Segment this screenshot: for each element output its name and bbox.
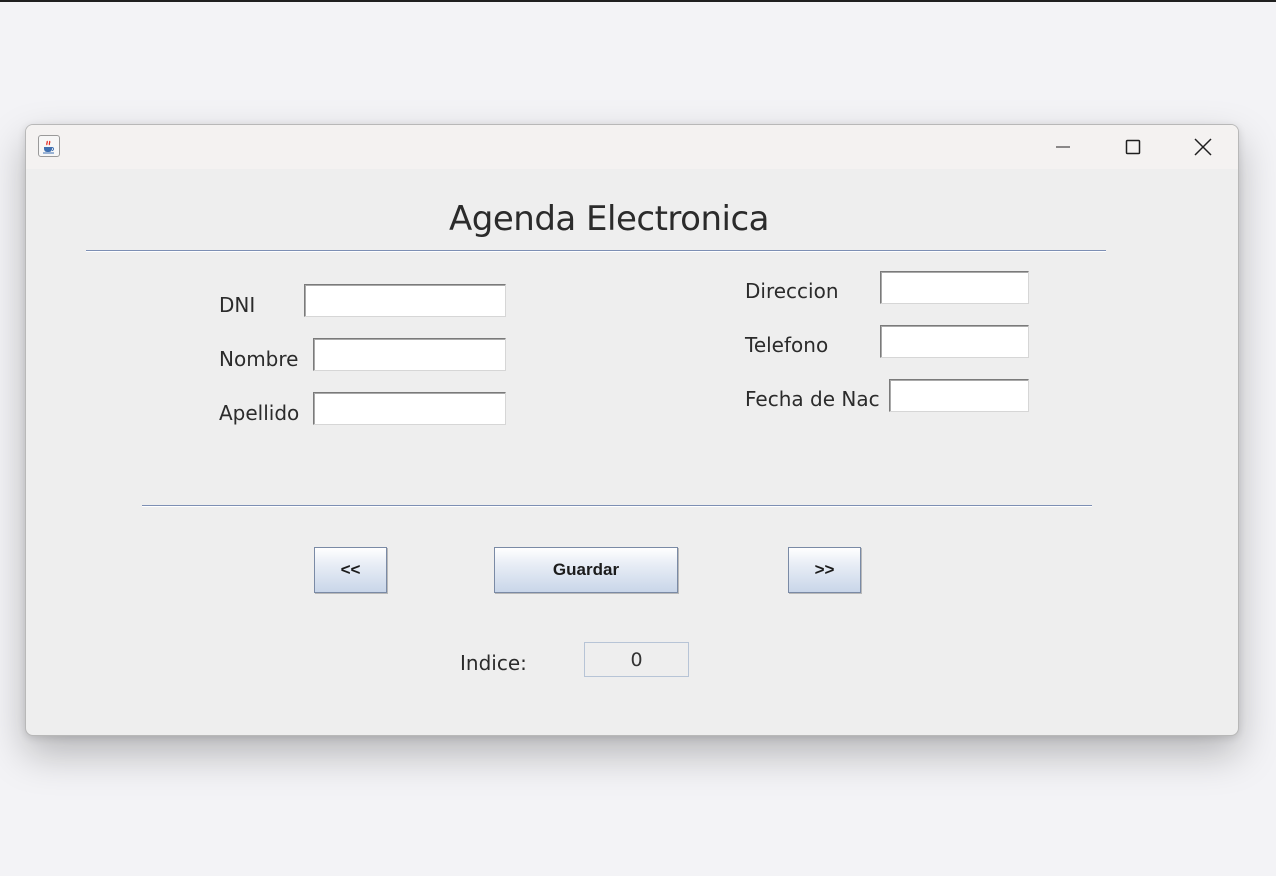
index-value: 0 bbox=[584, 642, 689, 677]
apellido-field[interactable] bbox=[313, 392, 506, 425]
index-label: Indice: bbox=[460, 651, 527, 675]
maximize-icon bbox=[1125, 139, 1141, 155]
direccion-label: Direccion bbox=[745, 279, 839, 303]
telefono-label: Telefono bbox=[745, 333, 829, 357]
nombre-label: Nombre bbox=[219, 347, 299, 371]
nombre-field[interactable] bbox=[313, 338, 506, 371]
close-icon bbox=[1194, 138, 1212, 156]
apellido-label: Apellido bbox=[219, 401, 300, 425]
fecha-nac-label: Fecha de Nac bbox=[745, 387, 880, 411]
java-coffee-icon[interactable] bbox=[38, 135, 60, 157]
telefono-field[interactable] bbox=[880, 325, 1029, 358]
previous-button[interactable]: << bbox=[314, 547, 387, 593]
dni-label: DNI bbox=[219, 293, 256, 317]
save-button[interactable]: Guardar bbox=[494, 547, 678, 593]
page-title: Agenda Electronica bbox=[449, 199, 769, 239]
close-button[interactable] bbox=[1168, 125, 1238, 169]
bottom-separator bbox=[142, 505, 1092, 507]
next-button[interactable]: >> bbox=[788, 547, 861, 593]
maximize-button[interactable] bbox=[1098, 125, 1168, 169]
screen-edge bbox=[0, 0, 1276, 2]
title-bar[interactable] bbox=[26, 125, 1238, 169]
minimize-icon bbox=[1056, 146, 1070, 148]
dni-field[interactable] bbox=[304, 284, 506, 317]
app-window: Agenda Electronica DNI Nombre Apellido D… bbox=[25, 124, 1239, 736]
top-separator bbox=[86, 250, 1106, 252]
minimize-button[interactable] bbox=[1028, 125, 1098, 169]
direccion-field[interactable] bbox=[880, 271, 1029, 304]
fecha-nac-field[interactable] bbox=[889, 379, 1029, 412]
